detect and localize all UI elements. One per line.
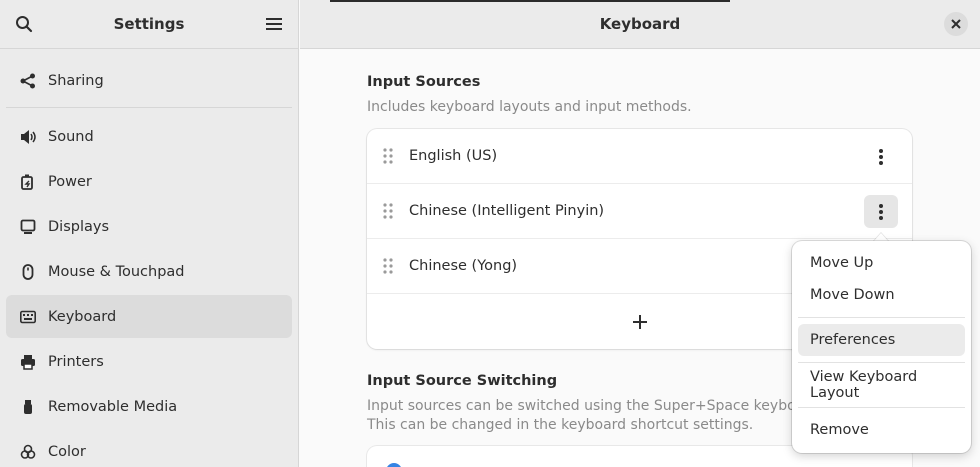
sidebar-item-displays[interactable]: Displays xyxy=(6,205,292,248)
sidebar-item-keyboard[interactable]: Keyboard xyxy=(6,295,292,338)
menu-item-preferences[interactable]: Preferences xyxy=(798,324,965,356)
sidebar-item-mouse-touchpad[interactable]: Mouse & Touchpad xyxy=(6,250,292,293)
sidebar-item-label: Mouse & Touchpad xyxy=(48,263,185,280)
sidebar-item-label: Power xyxy=(48,173,92,190)
share-icon xyxy=(19,72,37,90)
usb-icon xyxy=(19,398,37,416)
plus-icon xyxy=(632,314,647,329)
window-edge xyxy=(330,0,730,2)
search-icon xyxy=(16,16,33,33)
speaker-icon xyxy=(19,128,37,146)
hamburger-icon xyxy=(266,18,282,30)
input-source-label: Chinese (Intelligent Pinyin) xyxy=(409,203,605,219)
palette-icon xyxy=(19,443,37,461)
input-source-switching-subtitle-2: This can be changed in the keyboard shor… xyxy=(367,417,754,433)
sidebar-item-label: Sound xyxy=(48,128,94,145)
more-options-button[interactable] xyxy=(864,195,898,228)
input-source-row[interactable]: Chinese (Intelligent Pinyin) xyxy=(367,184,912,239)
sidebar-item-label: Removable Media xyxy=(48,398,178,415)
sidebar-item-sound[interactable]: Sound xyxy=(6,115,292,158)
menu-separator xyxy=(798,407,965,408)
input-source-label: English (US) xyxy=(409,148,498,164)
main-header: Keyboard xyxy=(300,0,980,49)
vertical-ellipsis-icon xyxy=(879,203,883,220)
input-source-label: Chinese (Yong) xyxy=(409,258,518,274)
more-options-button[interactable] xyxy=(864,140,898,173)
sidebar-item-label: Keyboard xyxy=(48,308,117,325)
sidebar: Settings Sharing Sound Power Displays Mo… xyxy=(0,0,299,467)
sidebar-item-color[interactable]: Color xyxy=(6,430,292,467)
input-sources-subtitle: Includes keyboard layouts and input meth… xyxy=(367,99,692,115)
main-menu-button[interactable] xyxy=(262,12,286,36)
radio-icon[interactable] xyxy=(385,462,403,467)
close-icon xyxy=(951,19,961,29)
menu-separator xyxy=(798,362,965,363)
menu-separator xyxy=(798,317,965,318)
drag-handle-icon[interactable] xyxy=(367,148,409,164)
input-source-switching-title: Input Source Switching xyxy=(367,373,558,389)
close-button[interactable] xyxy=(944,12,968,36)
sidebar-item-sharing[interactable]: Sharing xyxy=(6,59,292,102)
sidebar-item-printers[interactable]: Printers xyxy=(6,340,292,383)
search-button[interactable] xyxy=(12,12,36,36)
menu-item-view-keyboard-layout[interactable]: View Keyboard Layout xyxy=(798,369,965,401)
menu-item-remove[interactable]: Remove xyxy=(798,414,965,446)
sidebar-item-label: Sharing xyxy=(48,72,104,89)
menu-item-move-down[interactable]: Move Down xyxy=(798,279,965,311)
input-sources-title: Input Sources xyxy=(367,74,481,90)
sidebar-item-removable-media[interactable]: Removable Media xyxy=(6,385,292,428)
printer-icon xyxy=(19,353,37,371)
keyboard-icon xyxy=(19,308,37,326)
page-title: Keyboard xyxy=(599,15,681,33)
sidebar-separator xyxy=(6,107,292,108)
mouse-icon xyxy=(19,263,37,281)
drag-handle-icon[interactable] xyxy=(367,258,409,274)
input-source-switching-subtitle: Input sources can be switched using the … xyxy=(367,398,840,414)
input-source-menu: Move Up Move Down Preferences View Keybo… xyxy=(792,241,971,453)
sidebar-item-power[interactable]: Power xyxy=(6,160,292,203)
sidebar-item-label: Displays xyxy=(48,218,110,235)
sidebar-title: Settings xyxy=(113,15,185,33)
sidebar-header: Settings xyxy=(0,0,298,49)
drag-handle-icon[interactable] xyxy=(367,203,409,219)
menu-item-move-up[interactable]: Move Up xyxy=(798,247,965,279)
sidebar-item-label: Color xyxy=(48,443,86,460)
display-icon xyxy=(19,218,37,236)
vertical-ellipsis-icon xyxy=(879,148,883,165)
input-source-row[interactable]: English (US) xyxy=(367,129,912,184)
sidebar-item-label: Printers xyxy=(48,353,104,370)
battery-icon xyxy=(19,173,37,191)
